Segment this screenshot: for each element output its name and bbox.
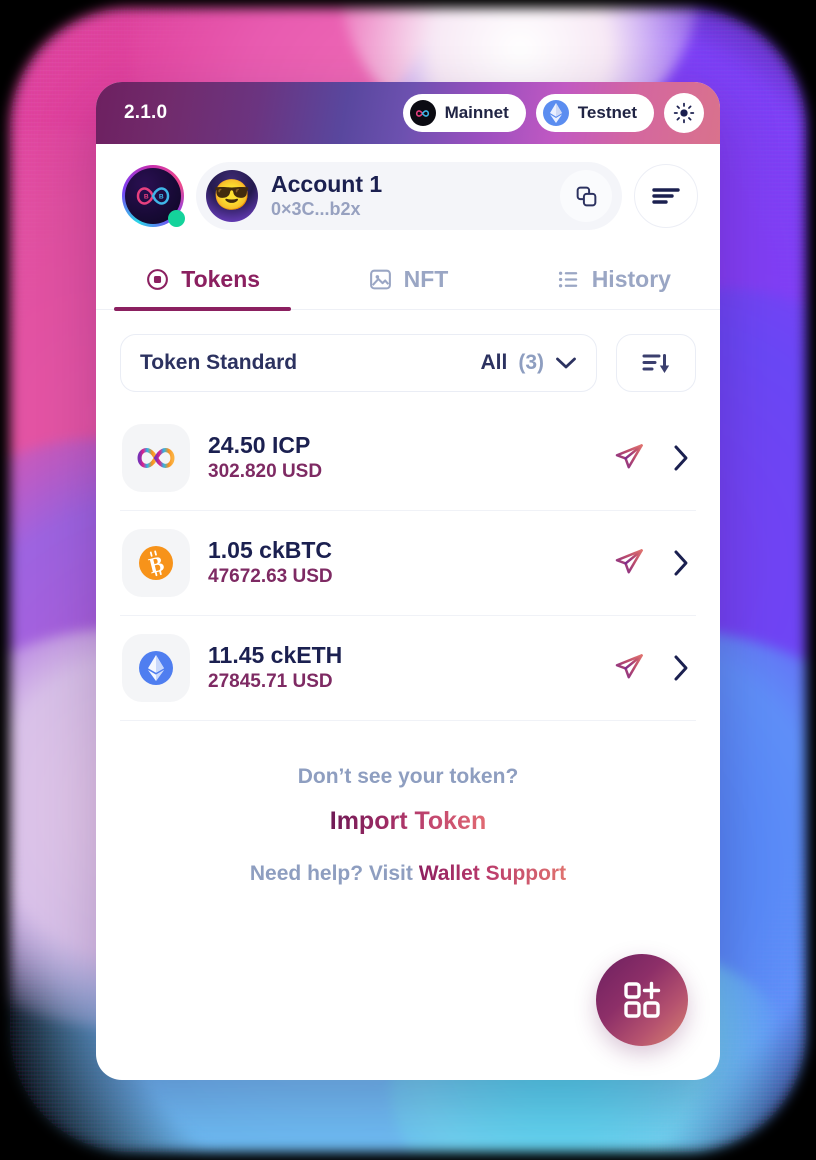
chevron-down-icon: [556, 357, 576, 369]
network-label-testnet: Testnet: [577, 103, 637, 122]
token-usd-value: 302.820 USD: [208, 461, 323, 483]
top-bar-actions: Mainnet Testnet: [402, 93, 704, 133]
send-button[interactable]: [613, 442, 645, 474]
account-info: Account 1 0×3C...b2x: [271, 171, 382, 220]
network-label-mainnet: Mainnet: [444, 103, 509, 122]
add-app-icon: [624, 981, 661, 1018]
add-token-fab[interactable]: [596, 954, 688, 1046]
account-selector[interactable]: 😎 Account 1 0×3C...b2x: [196, 162, 622, 230]
list-icon: [558, 271, 577, 288]
token-info: 24.50 ICP 302.820 USD: [208, 432, 322, 484]
chevron-right-icon: [674, 445, 688, 471]
token-standard-value-group: All (3): [480, 351, 577, 375]
token-standard-select[interactable]: Token Standard All (3): [120, 334, 597, 392]
import-token-link[interactable]: Import Token: [330, 807, 486, 836]
token-detail-button[interactable]: [673, 654, 690, 682]
tokens-icon: [147, 269, 169, 290]
sun-icon: [673, 102, 695, 124]
token-standard-value: All: [480, 351, 508, 374]
wallet-card: 2.1.0 Mainnet Testnet B B 😎 Account 1 0×…: [96, 82, 720, 1080]
svg-text:B: B: [159, 194, 164, 201]
token-info: 11.45 ckETH 27845.71 USD: [208, 642, 342, 694]
network-pill-testnet[interactable]: Testnet: [535, 94, 654, 132]
wallet-support-link[interactable]: Wallet Support: [419, 862, 566, 885]
token-amount: 1.05 ckBTC: [208, 536, 333, 563]
sort-button[interactable]: [616, 334, 696, 392]
tab-label-history: History: [591, 266, 671, 292]
chevron-right-icon: [674, 655, 688, 681]
token-detail-button[interactable]: [673, 549, 690, 577]
ethereum-icon: [122, 634, 190, 702]
token-actions: [613, 652, 694, 684]
table-row[interactable]: 11.45 ckETH 27845.71 USD: [120, 616, 696, 721]
tab-nft[interactable]: NFT: [305, 252, 510, 309]
avatar: 😎: [206, 170, 258, 222]
table-row[interactable]: 24.50 ICP 302.820 USD: [120, 406, 696, 511]
filter-bar: Token Standard All (3): [96, 310, 720, 406]
svg-text:B: B: [144, 194, 149, 201]
help-prefix: Need help? Visit: [249, 862, 419, 885]
account-row: B B 😎 Account 1 0×3C...b2x: [96, 144, 720, 244]
token-usd-value: 47672.63 USD: [208, 566, 333, 588]
tab-label-tokens: Tokens: [181, 266, 261, 292]
token-detail-button[interactable]: [673, 444, 690, 472]
send-icon: [615, 444, 643, 469]
icp-infinity-icon: [122, 424, 190, 492]
chevron-right-icon: [674, 550, 688, 576]
copy-address-button[interactable]: [560, 170, 612, 222]
copy-icon: [576, 186, 596, 206]
token-usd-value: 27845.71 USD: [208, 671, 333, 693]
token-actions: [613, 442, 694, 474]
send-icon: [615, 549, 643, 574]
send-button[interactable]: [613, 652, 645, 684]
theme-toggle-button[interactable]: [664, 93, 704, 133]
token-standard-label: Token Standard: [140, 351, 298, 374]
icp-infinity-icon: [409, 100, 436, 126]
menu-icon: [652, 188, 680, 204]
token-standard-count: (3): [518, 351, 544, 374]
app-version: 2.1.0: [124, 102, 168, 123]
table-row[interactable]: B 1.05 ckBTC 47672.63 USD: [120, 511, 696, 616]
sort-descending-icon: [642, 354, 670, 373]
send-icon: [615, 654, 643, 679]
wallet-logo-icon: B B: [122, 165, 185, 227]
help-text: Need help? Visit Wallet Support: [116, 862, 700, 886]
send-button[interactable]: [613, 547, 645, 579]
account-menu-button[interactable]: [634, 164, 698, 228]
footer: Don’t see your token? Import Token Need …: [96, 721, 720, 886]
no-token-question: Don’t see your token?: [297, 765, 519, 788]
network-pill-mainnet[interactable]: Mainnet: [402, 94, 526, 132]
ethereum-diamond-icon: [542, 100, 569, 126]
token-list: 24.50 ICP 302.820 USD B 1.05 ckBTC 47672…: [96, 406, 720, 721]
token-actions: [613, 547, 694, 579]
image-icon: [369, 269, 391, 290]
account-address: 0×3C...b2x: [271, 198, 361, 219]
token-amount: 11.45 ckETH: [208, 641, 343, 668]
tab-bar: Tokens NFT History: [96, 252, 720, 311]
status-online-dot: [168, 210, 185, 227]
token-info: 1.05 ckBTC 47672.63 USD: [208, 537, 333, 589]
tab-tokens[interactable]: Tokens: [100, 252, 305, 311]
token-amount: 24.50 ICP: [208, 431, 311, 458]
tab-label-nft: NFT: [403, 266, 449, 292]
account-name: Account 1: [271, 171, 383, 198]
top-bar: 2.1.0 Mainnet Testnet: [96, 82, 720, 144]
bitcoin-icon: B: [122, 529, 190, 597]
tab-history[interactable]: History: [511, 252, 716, 309]
